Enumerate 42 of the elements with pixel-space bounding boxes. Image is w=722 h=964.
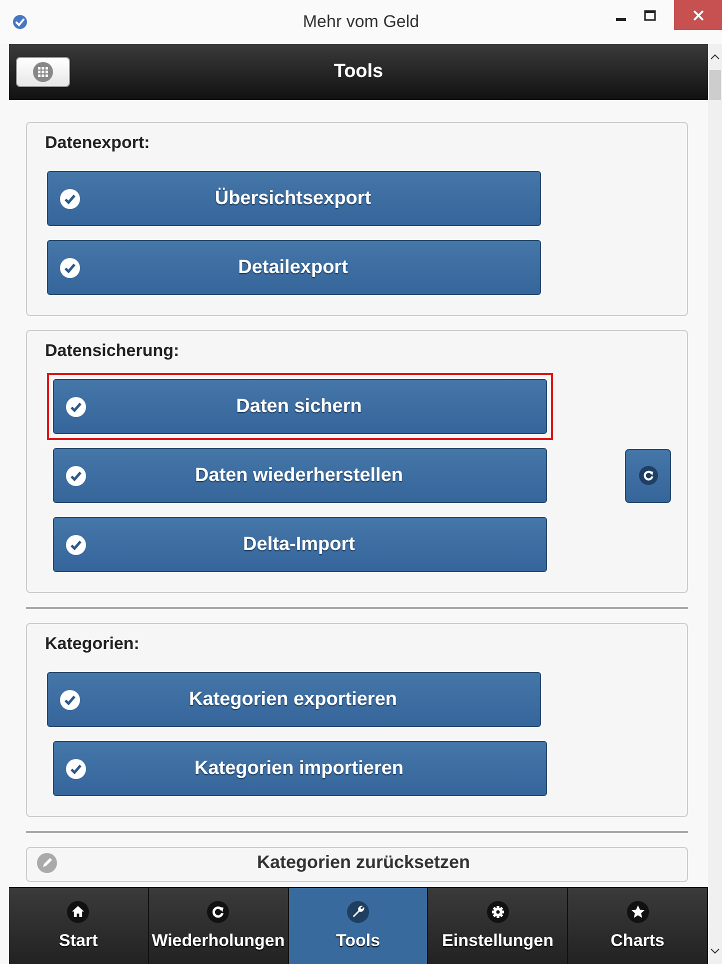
reset-button[interactable]: Kategorien zurücksetzen [37, 852, 677, 873]
action-button[interactable]: Daten wiederherstellen [53, 448, 547, 503]
section-title: Datenexport: [45, 133, 151, 153]
check-icon [60, 188, 80, 208]
menu-button[interactable] [16, 57, 70, 87]
wrench-icon [346, 901, 369, 923]
tab[interactable]: Wiederholungen [148, 888, 289, 964]
pencil-icon [37, 852, 57, 872]
action-button[interactable]: Kategorien importieren [53, 741, 547, 796]
close-button[interactable] [674, 0, 722, 30]
scrollbar-thumb[interactable] [709, 70, 721, 100]
window-title: Mehr vom Geld [302, 12, 420, 32]
check-icon [66, 534, 86, 554]
tab[interactable]: Start [9, 888, 149, 964]
settings-icon [486, 901, 509, 923]
tab[interactable]: Tools [288, 888, 428, 964]
check-icon [60, 258, 80, 278]
scroll-up-icon[interactable] [710, 54, 720, 60]
page-title: Tools [334, 61, 384, 83]
section-title: Datensicherung: [45, 341, 180, 361]
refresh-button[interactable] [625, 448, 671, 502]
home-icon [67, 901, 90, 923]
tab[interactable]: Charts [568, 888, 708, 964]
scrollbar[interactable] [708, 44, 722, 964]
refresh-icon [207, 901, 230, 923]
check-icon [60, 690, 80, 710]
action-button[interactable]: Delta-Import [53, 517, 547, 572]
action-button[interactable]: Detailexport [47, 240, 541, 295]
action-button[interactable]: Kategorien exportieren [47, 672, 541, 727]
tab[interactable]: Einstellungen [428, 888, 568, 964]
refresh-icon [638, 466, 658, 485]
check-icon [66, 758, 86, 778]
check-icon [66, 466, 86, 486]
close-icon [692, 10, 704, 20]
check-icon [66, 396, 86, 416]
maximize-icon[interactable] [644, 10, 656, 21]
app-logo-icon [12, 14, 28, 30]
grid-icon [33, 62, 53, 82]
scroll-down-icon[interactable] [710, 948, 720, 954]
action-button[interactable]: Daten sichern [53, 379, 547, 434]
action-button[interactable]: Übersichtsexport [47, 171, 541, 226]
section-title: Kategorien: [45, 634, 140, 654]
